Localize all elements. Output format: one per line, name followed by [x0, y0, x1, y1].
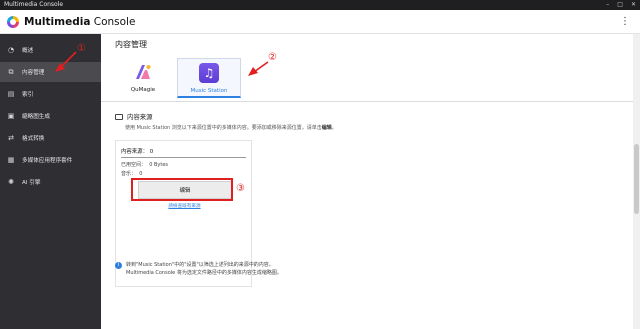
annotation-step-2: ② [268, 52, 277, 63]
annotation-step-1: ① [77, 43, 86, 54]
annotation-arrows [55, 51, 269, 76]
annotation-highlight-box [131, 178, 233, 201]
app-window: Multimedia Console – □ ✕ Multimedia Cons… [0, 0, 640, 329]
annotation-step-3: ③ [236, 183, 245, 194]
